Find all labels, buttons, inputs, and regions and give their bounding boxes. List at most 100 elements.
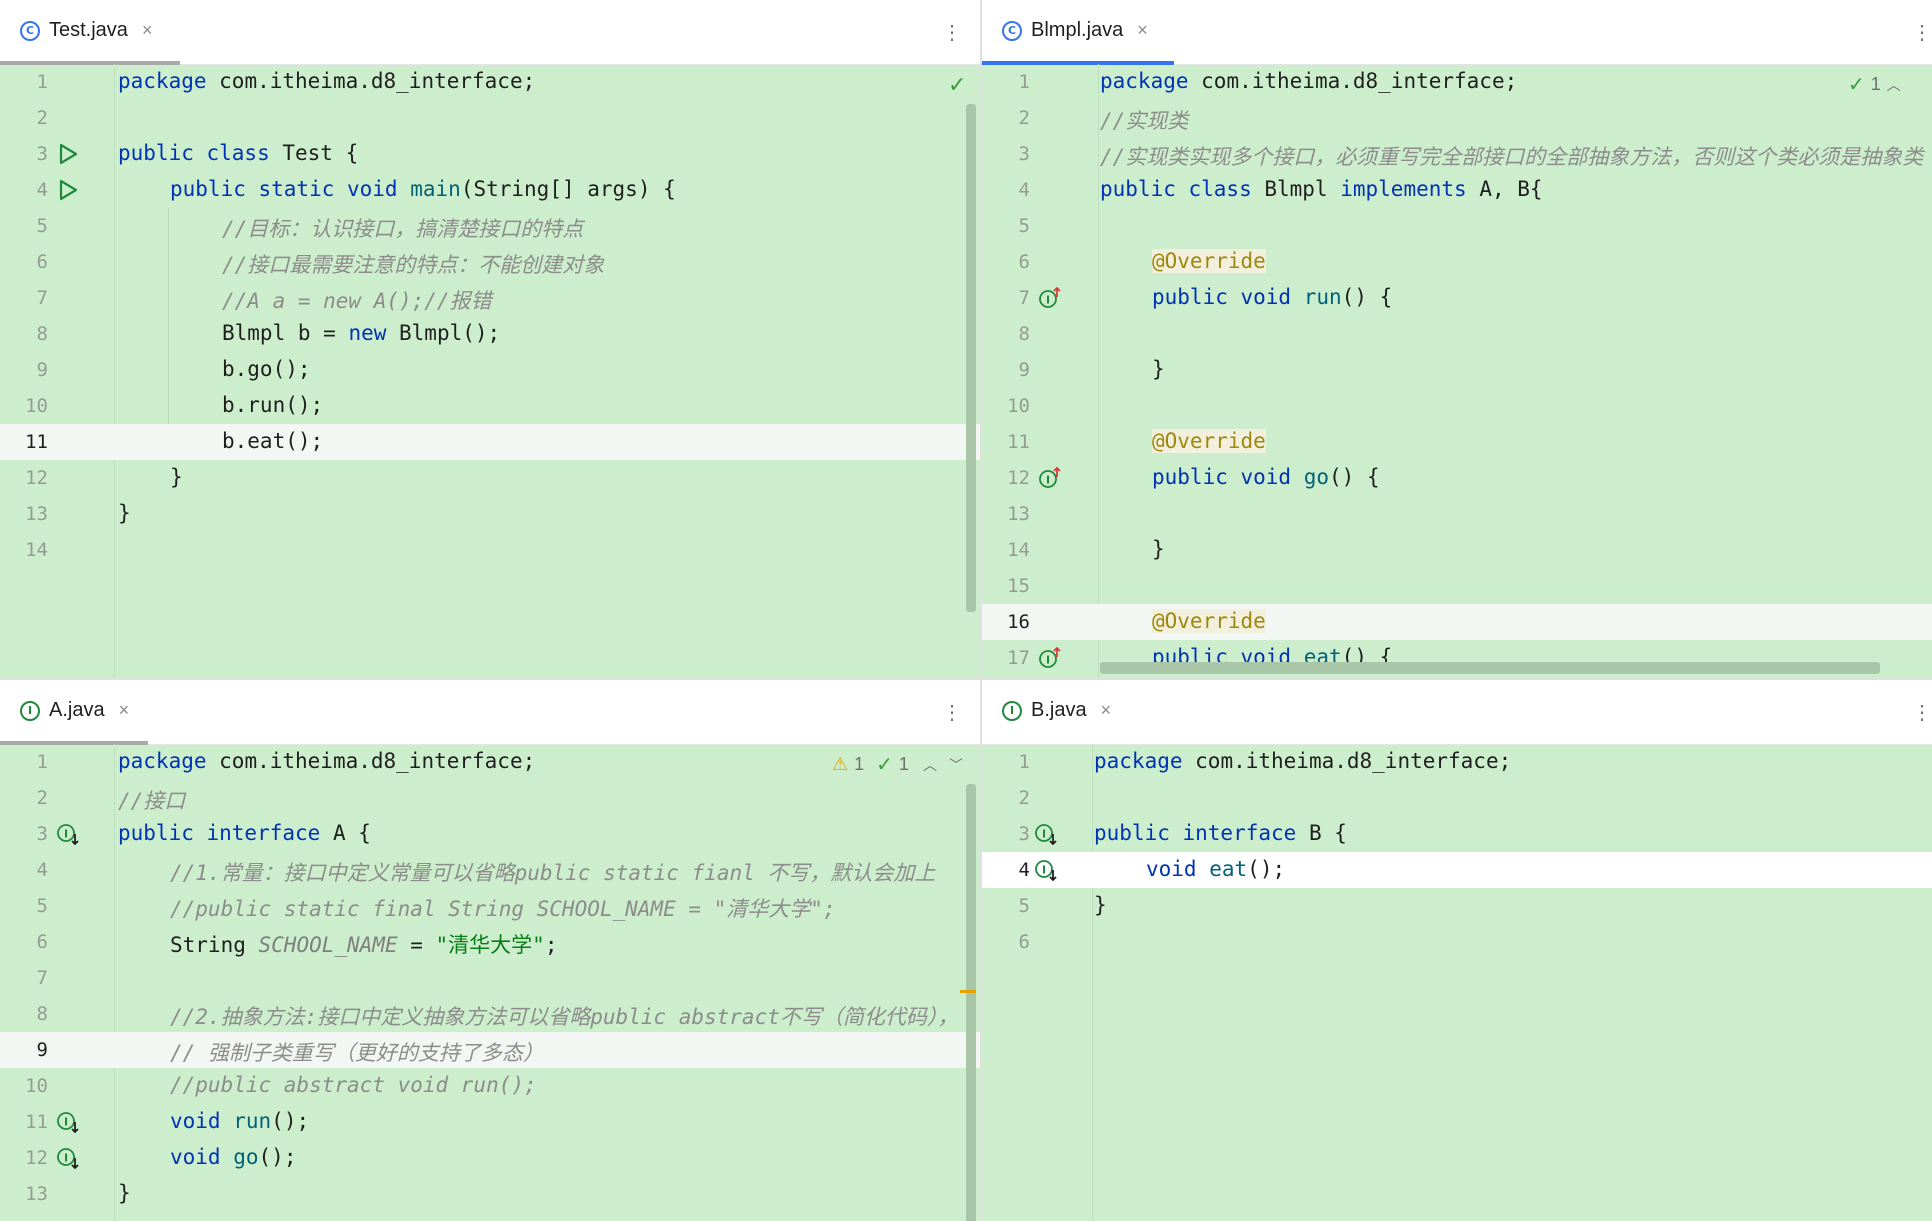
close-icon[interactable]: × bbox=[1101, 700, 1112, 721]
tab-b-java[interactable]: I B.java × bbox=[996, 680, 1121, 741]
implemented-method-icon[interactable]: I bbox=[56, 1110, 80, 1134]
line-number: 6 bbox=[36, 251, 48, 273]
code-text: package com.itheima.d8_interface; bbox=[1094, 749, 1512, 773]
chevron-up-icon[interactable]: ︿ bbox=[1887, 75, 1901, 95]
line-number: 1 bbox=[1018, 751, 1030, 773]
check-icon: ✓ bbox=[1848, 74, 1865, 96]
code-comment: //2.抽象方法:接口中定义抽象方法可以省略public abstract不写（… bbox=[170, 1005, 959, 1029]
vertical-scrollbar[interactable] bbox=[966, 784, 976, 1221]
line-number: 6 bbox=[1018, 931, 1030, 953]
line-number: 3 bbox=[36, 823, 48, 845]
svg-text:I: I bbox=[1046, 294, 1050, 307]
implemented-interface-icon[interactable]: I bbox=[56, 822, 80, 846]
code-text: public static void main(String[] args) { bbox=[170, 177, 676, 201]
editor-pane-a: I A.java × ⋮ 1 package com.itheima.d8_in… bbox=[0, 680, 980, 1221]
code-line: 14 } bbox=[982, 532, 1932, 568]
code-editor[interactable]: 1 package com.itheima.d8_interface; 2 3 … bbox=[982, 744, 1932, 1221]
inspection-status[interactable]: ⚠ 1 ✓ 1 ︿ ﹀ bbox=[832, 752, 963, 777]
warning-marker[interactable] bbox=[960, 990, 976, 993]
code-line: 10 bbox=[982, 388, 1932, 424]
line-number: 10 bbox=[25, 395, 48, 417]
code-line: 11 @Override bbox=[982, 424, 1932, 460]
svg-text:I: I bbox=[64, 828, 68, 841]
line-number: 8 bbox=[36, 323, 48, 345]
more-menu-icon[interactable]: ⋮ bbox=[1912, 20, 1932, 45]
line-number: 12 bbox=[25, 1147, 48, 1169]
line-number: 14 bbox=[1007, 539, 1030, 561]
editor-pane-blmpl: C Blmpl.java × ⋮ 1 package com.itheima.d… bbox=[982, 0, 1932, 678]
tab-a-java[interactable]: I A.java × bbox=[14, 680, 139, 741]
horizontal-scrollbar[interactable] bbox=[1100, 662, 1880, 674]
implements-method-icon[interactable]: I bbox=[1038, 286, 1062, 310]
code-text: b.run(); bbox=[222, 393, 324, 417]
tab-bar: C Blmpl.java × ⋮ bbox=[982, 0, 1932, 65]
run-icon[interactable] bbox=[56, 142, 80, 166]
code-line: 13 } bbox=[0, 496, 980, 532]
code-text: } bbox=[1152, 357, 1165, 381]
code-text: public void run() { bbox=[1152, 285, 1393, 309]
code-editor[interactable]: 1 package com.itheima.d8_interface; 2 //… bbox=[982, 64, 1932, 678]
code-text: public interface A { bbox=[118, 821, 371, 845]
implemented-method-icon[interactable]: I bbox=[1034, 858, 1058, 882]
more-menu-icon[interactable]: ⋮ bbox=[942, 700, 962, 725]
svg-text:I: I bbox=[1042, 828, 1046, 841]
inspection-ok-icon[interactable]: ✓ bbox=[948, 72, 966, 98]
code-line: 3 //实现类实现多个接口，必须重写完全部接口的全部抽象方法，否则这个类必须是抽… bbox=[982, 136, 1932, 172]
check-icon: ✓ bbox=[876, 754, 893, 776]
code-line: 12 I public void go() { bbox=[982, 460, 1932, 496]
tab-blmpl-java[interactable]: C Blmpl.java × bbox=[996, 0, 1158, 61]
warning-icon: ⚠ bbox=[832, 754, 849, 774]
code-line: 1 package com.itheima.d8_interface; bbox=[0, 64, 980, 100]
line-number: 13 bbox=[1007, 503, 1030, 525]
code-text: void run(); bbox=[170, 1109, 310, 1133]
line-number: 11 bbox=[1007, 431, 1030, 453]
code-text: b.eat(); bbox=[222, 429, 324, 453]
code-editor[interactable]: 1 package com.itheima.d8_interface; 2 //… bbox=[0, 744, 980, 1221]
code-line: 3 I public interface A { bbox=[0, 816, 980, 852]
vertical-scrollbar[interactable] bbox=[966, 104, 976, 612]
vertical-split-divider[interactable] bbox=[980, 0, 982, 1221]
chevron-up-icon[interactable]: ︿ bbox=[923, 755, 937, 775]
implemented-method-icon[interactable]: I bbox=[56, 1146, 80, 1170]
horizontal-split-divider[interactable] bbox=[0, 678, 1932, 680]
line-number: 4 bbox=[36, 859, 48, 881]
code-editor[interactable]: 1 package com.itheima.d8_interface; 2 3 … bbox=[0, 64, 980, 678]
implements-method-icon[interactable]: I bbox=[1038, 646, 1062, 670]
line-number: 11 bbox=[25, 431, 48, 453]
code-text: } bbox=[118, 501, 131, 525]
code-comment: //A a = new A();//报错 bbox=[222, 289, 492, 313]
close-icon[interactable]: × bbox=[1137, 20, 1148, 41]
code-line: 12 I void go(); bbox=[0, 1140, 980, 1176]
tab-test-java[interactable]: C Test.java × bbox=[14, 0, 162, 61]
line-number: 11 bbox=[25, 1111, 48, 1133]
code-text: package com.itheima.d8_interface; bbox=[1100, 69, 1518, 93]
code-text: package com.itheima.d8_interface; bbox=[118, 69, 536, 93]
inspection-count: 1 bbox=[898, 754, 909, 774]
tab-label: Test.java bbox=[49, 19, 128, 41]
code-line: 10 b.run(); bbox=[0, 388, 980, 424]
code-line: 2 bbox=[0, 100, 980, 136]
code-line: 2 bbox=[982, 780, 1932, 816]
line-number: 5 bbox=[36, 215, 48, 237]
close-icon[interactable]: × bbox=[142, 20, 153, 41]
code-line: 6 //接口最需要注意的特点：不能创建对象 bbox=[0, 244, 980, 280]
svg-text:I: I bbox=[1042, 864, 1046, 877]
code-line: 5 bbox=[982, 208, 1932, 244]
line-number: 14 bbox=[25, 539, 48, 561]
more-menu-icon[interactable]: ⋮ bbox=[942, 20, 962, 45]
chevron-down-icon[interactable]: ﹀ bbox=[949, 755, 963, 775]
code-text: public interface B { bbox=[1094, 821, 1347, 845]
line-number: 10 bbox=[1007, 395, 1030, 417]
line-number: 5 bbox=[1018, 895, 1030, 917]
tab-bar: I B.java × ⋮ bbox=[982, 680, 1932, 745]
close-icon[interactable]: × bbox=[119, 700, 130, 721]
more-menu-icon[interactable]: ⋮ bbox=[1912, 700, 1932, 725]
line-number: 13 bbox=[25, 503, 48, 525]
inspection-status[interactable]: ✓ 1 ︿ bbox=[1848, 72, 1901, 97]
implements-method-icon[interactable]: I bbox=[1038, 466, 1062, 490]
run-icon[interactable] bbox=[56, 178, 80, 202]
implemented-interface-icon[interactable]: I bbox=[1034, 822, 1058, 846]
code-comment: //接口 bbox=[118, 789, 186, 813]
warning-count: 1 bbox=[854, 754, 865, 774]
svg-text:I: I bbox=[1046, 474, 1050, 487]
